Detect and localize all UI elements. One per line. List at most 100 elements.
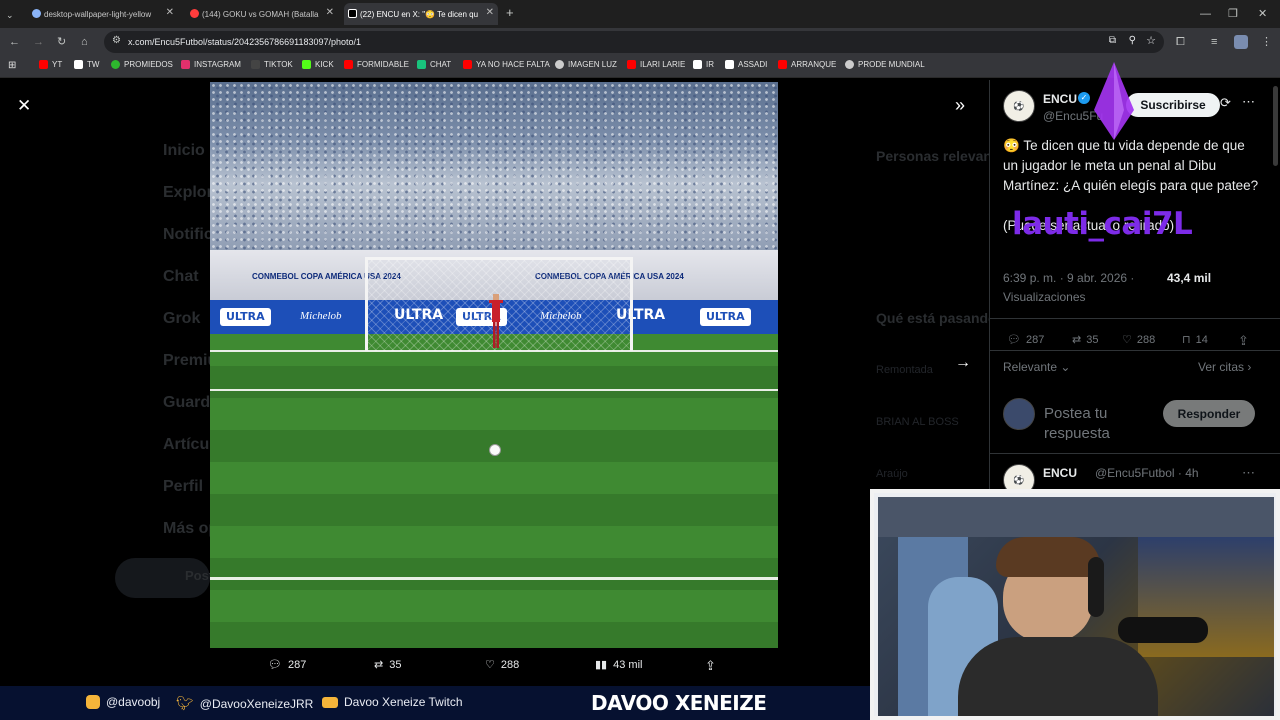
media-icon[interactable]: ≡	[1211, 34, 1217, 50]
bookmark-tw[interactable]: TW	[74, 60, 99, 69]
like-metric[interactable]: ♡ 288	[1122, 333, 1155, 347]
author-name[interactable]: ENCU	[1043, 92, 1077, 106]
youtube-icon	[463, 60, 472, 69]
reply-button[interactable]: Responder	[1163, 400, 1255, 427]
bookmark-formidable[interactable]: FORMIDABLE	[344, 60, 409, 69]
bookmark-yt[interactable]: YT	[39, 60, 62, 69]
tweet-photo-penalty[interactable]: CONMEBOL COPA AMÉRICA USA 2024 CONMEBOL …	[210, 82, 778, 648]
browser-tab-2[interactable]: (144) GOKU vs GOMAH (Batalla ✕	[186, 3, 338, 25]
instagram-text: @davoobj	[106, 695, 161, 709]
minimize-icon[interactable]: —	[1200, 6, 1211, 22]
x-logo-icon	[725, 60, 734, 69]
bookmark-ilari-larie[interactable]: ILARI LARIE	[627, 60, 685, 69]
close-tab-icon[interactable]: ✕	[166, 7, 174, 18]
instagram-handle: @davoobj	[86, 695, 160, 709]
bookmark-kick[interactable]: KICK	[302, 60, 334, 69]
repost-metric[interactable]: ⇄ 35	[1072, 333, 1098, 347]
bookmark-chat[interactable]: CHAT	[417, 60, 451, 69]
bookmark-ir[interactable]: IR	[693, 60, 714, 69]
twitter-bird-icon: 🐦︎	[176, 695, 194, 711]
bookmark-prode-mundial[interactable]: PRODE MUNDIAL	[845, 60, 925, 69]
twitch-text: Davoo Xeneize Twitch	[344, 695, 463, 709]
next-photo-icon[interactable]: →	[955, 354, 971, 372]
extensions-icon[interactable]: ⧠	[1176, 34, 1185, 50]
bookmark-metric[interactable]: ⊓ 14	[1182, 333, 1208, 347]
views-count: 43,4 mil	[1167, 271, 1212, 285]
bookmark-promiedos[interactable]: PROMIEDOS	[111, 60, 173, 69]
more-options-icon[interactable]: ⋯	[1242, 465, 1255, 481]
like-action[interactable]: ♡ 288	[485, 658, 520, 672]
profile-avatar[interactable]	[1234, 35, 1248, 49]
goalkeeper-figure	[489, 294, 503, 348]
url-text: x.com/Encu5Futbol/status/204235678669118…	[128, 37, 362, 47]
bookmark-count: 14	[1195, 333, 1208, 346]
new-tab-icon[interactable]: +	[506, 5, 514, 21]
room-ceiling	[878, 497, 1274, 537]
bookmark-imagen-luz[interactable]: IMAGEN LUZ	[555, 60, 617, 69]
tweet-timestamp[interactable]: 6:39 p. m. · 9 abr. 2026 ·	[1003, 271, 1134, 285]
share-icon[interactable]: ⇪	[1238, 333, 1249, 349]
tiktok-icon	[251, 60, 260, 69]
close-viewer-icon[interactable]: ✕	[17, 96, 31, 116]
bookmark-star-icon[interactable]: ☆	[1146, 34, 1156, 47]
view-quotes-link[interactable]: Ver citas ›	[1198, 360, 1251, 374]
like-count: 288	[500, 658, 520, 671]
reply-input[interactable]: Postea tu respuesta	[1044, 404, 1154, 440]
six-yard-line	[210, 389, 778, 391]
instagram-icon	[181, 60, 190, 69]
bookmark-assadi[interactable]: ASSADI	[725, 60, 767, 69]
zoom-icon[interactable]: ⚲	[1129, 35, 1136, 46]
tab-title: desktop-wallpaper-light-yellow	[44, 9, 152, 19]
install-app-icon[interactable]: ⧉	[1109, 35, 1116, 46]
reply-icon: 💬︎	[1007, 334, 1021, 346]
collapse-sidebar-icon[interactable]: »	[955, 95, 965, 116]
browser-tab-1[interactable]: desktop-wallpaper-light-yellow ✕	[28, 3, 178, 25]
repost-action[interactable]: ⇄ 35	[374, 658, 401, 672]
browser-tab-3-active[interactable]: (22) ENCU en X: "😳 Te dicen qu ✕	[344, 3, 498, 25]
youtube-icon	[190, 9, 199, 18]
grok-icon[interactable]: ⟳	[1220, 95, 1231, 111]
webcam-feed	[878, 497, 1274, 716]
reply-author-name[interactable]: ENCU	[1043, 466, 1077, 480]
more-options-icon[interactable]: ⋯	[1242, 94, 1255, 110]
apps-grid-icon[interactable]: ⊞	[8, 60, 16, 71]
scrollbar[interactable]	[1273, 86, 1278, 166]
restore-icon[interactable]: ❐	[1228, 6, 1238, 22]
reply-metric[interactable]: 💬︎ 287	[1007, 333, 1044, 347]
views-chart-icon: ▮▮	[595, 659, 608, 671]
bookmark-arranque[interactable]: ARRANQUE	[778, 60, 836, 69]
share-icon[interactable]: ⇪	[705, 658, 716, 674]
verified-badge-icon: ✓	[1078, 92, 1090, 104]
subscribe-button[interactable]: Suscribirse	[1126, 93, 1220, 117]
bookmark-ya-no-hace-falta[interactable]: YA NO HACE FALTA	[463, 60, 550, 69]
close-tab-icon[interactable]: ✕	[486, 7, 494, 18]
bookmark-tiktok[interactable]: TIKTOK	[251, 60, 293, 69]
forward-icon[interactable]: →	[33, 34, 44, 50]
football	[489, 444, 501, 456]
youtube-icon	[627, 60, 636, 69]
bookmark-label: PRODE MUNDIAL	[858, 60, 925, 69]
nav-inicio: Inicio	[163, 142, 205, 159]
views-action[interactable]: ▮▮ 43 mil	[595, 658, 642, 672]
repost-icon: ⇄	[1072, 334, 1082, 346]
globe-icon	[32, 9, 41, 18]
tab-search-icon[interactable]: ⌄	[6, 7, 14, 23]
address-bar[interactable]: ⚙ x.com/Encu5Futbol/status/2042356786691…	[104, 31, 1164, 53]
menu-kebab-icon[interactable]: ⋮	[1261, 34, 1272, 50]
bookmark-icon: ⊓	[1182, 334, 1191, 346]
home-icon[interactable]: ⌂	[81, 34, 88, 50]
headphones	[1088, 557, 1104, 617]
close-tab-icon[interactable]: ✕	[326, 7, 334, 18]
subscribe-label: Suscribirse	[1140, 98, 1206, 112]
reload-icon[interactable]: ↻	[57, 34, 66, 50]
site-info-icon[interactable]: ⚙	[112, 35, 121, 46]
site-icon	[693, 60, 702, 69]
bookmark-label: CHAT	[430, 60, 452, 69]
sort-replies-dropdown[interactable]: Relevante ⌄	[1003, 360, 1070, 374]
reply-action[interactable]: 💬︎ 287	[268, 658, 306, 672]
author-avatar[interactable]: ⚽	[1003, 90, 1035, 122]
bookmark-instagram[interactable]: INSTAGRAM	[181, 60, 241, 69]
reply-author-handle[interactable]: @Encu5Futbol · 4h	[1095, 466, 1199, 480]
close-window-icon[interactable]: ✕	[1258, 6, 1267, 22]
back-icon[interactable]: ←	[9, 34, 20, 50]
